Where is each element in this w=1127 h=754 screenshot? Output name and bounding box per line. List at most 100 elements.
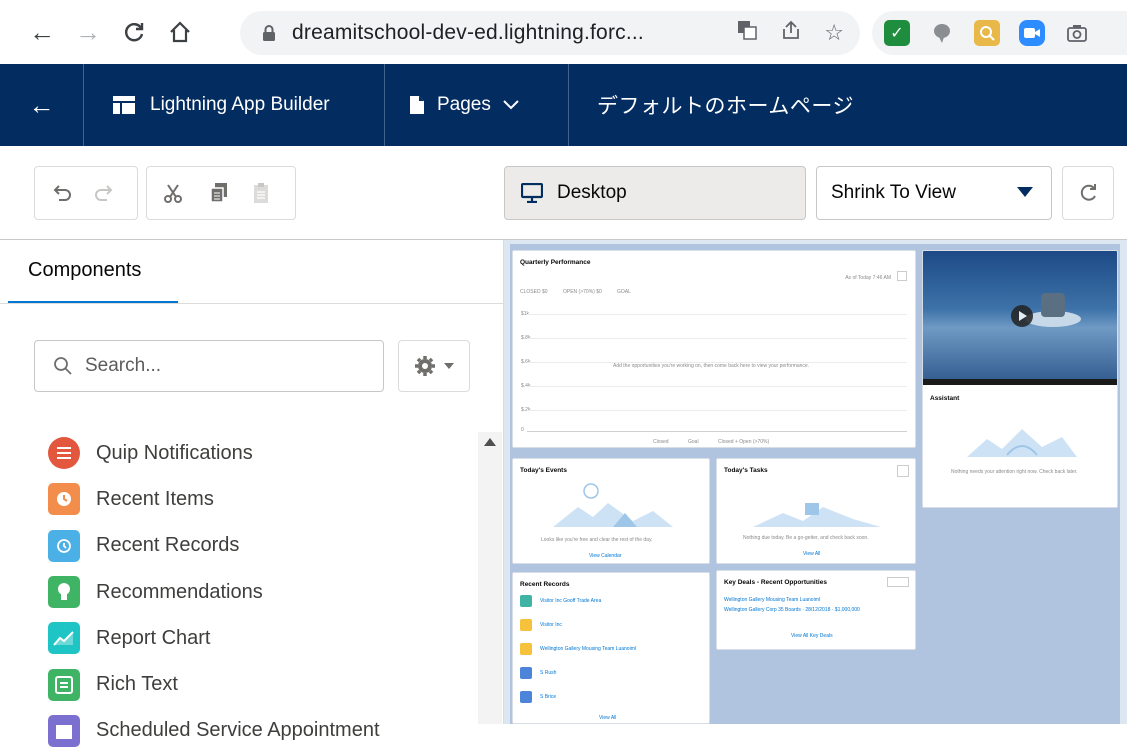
text-icon xyxy=(48,668,80,701)
checkmark-extension-icon[interactable]: ✓ xyxy=(884,20,910,46)
component-item[interactable]: Rich Text xyxy=(48,661,468,707)
view-calendar-link[interactable]: View Calendar xyxy=(589,553,621,559)
view-all-tasks-link[interactable]: View All xyxy=(803,551,820,557)
device-preview-button[interactable]: Desktop xyxy=(504,166,806,220)
recent-record-row[interactable]: S Rush xyxy=(520,667,556,679)
view-all-records-link[interactable]: View All xyxy=(599,715,616,721)
quip-icon xyxy=(48,437,80,470)
task-dropdown-icon[interactable] xyxy=(897,465,909,477)
refresh-button[interactable] xyxy=(1062,166,1114,220)
video-player[interactable] xyxy=(923,251,1117,379)
component-label: Recommendations xyxy=(96,580,263,603)
grid-line xyxy=(527,338,907,339)
component-item[interactable]: Recent Records xyxy=(48,523,468,569)
undo-icon xyxy=(53,185,71,201)
deal-details[interactable]: Wellington Gallery Corp 35 Boards · 28/1… xyxy=(724,607,860,613)
record-link[interactable]: S Brice xyxy=(540,694,556,700)
right-column: Assistant Nothing needs your attention r… xyxy=(922,250,1118,508)
component-label: Rich Text xyxy=(96,673,178,696)
exit-back-button[interactable]: ← xyxy=(0,64,84,146)
recent-record-row[interactable]: Visitor Inc xyxy=(520,619,562,631)
component-item[interactable]: Recommendations xyxy=(48,569,468,615)
address-bar[interactable]: dreamitschool-dev-ed.lightning.forc... ☆ xyxy=(240,11,860,55)
back-arrow-icon[interactable]: ← xyxy=(22,12,62,52)
recent-records-card[interactable]: Recent Records Visitor Inc Gooff Trade A… xyxy=(512,572,710,724)
translate-icon[interactable] xyxy=(736,19,758,47)
record-link[interactable]: Visitor Inc Gooff Trade Area xyxy=(540,598,601,604)
record-link[interactable]: S Rush xyxy=(540,670,556,676)
scroll-up-arrow-icon[interactable] xyxy=(484,438,496,446)
record-icon xyxy=(520,667,532,679)
settings-menu-button[interactable] xyxy=(398,340,470,392)
record-icon xyxy=(520,619,532,631)
pages-label: Pages xyxy=(437,94,491,115)
quarterly-performance-card[interactable]: Quarterly Performance As of Today 7:46 A… xyxy=(512,250,916,448)
view-mode-select[interactable]: Shrink To View xyxy=(816,166,1052,220)
extensions-area: ✓ xyxy=(872,11,1127,55)
tab-divider xyxy=(0,303,504,304)
component-item[interactable]: Scheduled Service Appointment xyxy=(48,708,468,754)
zoom-extension-icon[interactable] xyxy=(1019,20,1045,46)
scissors-icon xyxy=(164,184,182,203)
record-icon xyxy=(520,691,532,703)
view-all-key-deals-link[interactable]: View All Key Deals xyxy=(791,633,833,639)
open-metric: OPEN (>70%) $0 xyxy=(563,289,602,295)
gear-icon xyxy=(415,356,435,376)
home-icon[interactable] xyxy=(160,12,200,52)
recent-record-row[interactable]: S Brice xyxy=(520,691,556,703)
component-item[interactable]: Recent Items xyxy=(48,476,468,522)
reload-icon[interactable] xyxy=(114,12,154,52)
lock-icon xyxy=(258,22,280,44)
refresh-icon[interactable] xyxy=(897,271,907,281)
card-title: Recent Records xyxy=(520,581,570,588)
recent-record-row[interactable]: Visitor Inc Gooff Trade Area xyxy=(520,595,601,607)
caret-down-icon xyxy=(444,363,454,369)
share-icon[interactable] xyxy=(780,19,802,47)
record-link[interactable]: Visitor Inc xyxy=(540,622,562,628)
search-input[interactable] xyxy=(85,355,345,377)
copy-button[interactable] xyxy=(201,173,237,213)
record-link[interactable]: Wellington Gallery Mousing Team Luanoiml xyxy=(540,646,636,652)
component-list: Quip Notifications Recent Items Recent R… xyxy=(48,430,468,754)
pages-menu-button[interactable]: Pages xyxy=(385,64,569,146)
paste-button[interactable] xyxy=(243,173,279,213)
grid-line xyxy=(527,314,907,315)
play-icon[interactable] xyxy=(1011,305,1033,327)
camera-extension-icon[interactable] xyxy=(1064,20,1090,46)
forward-arrow-icon[interactable]: → xyxy=(68,12,108,52)
component-item[interactable]: Quip Notifications xyxy=(48,430,468,476)
redo-button[interactable] xyxy=(85,173,121,213)
deal-link[interactable]: Wellington Gallery Mousing Team Luanoiml xyxy=(724,597,820,603)
search-extension-icon[interactable] xyxy=(974,20,1000,46)
events-empty-message: Looks like you're free and clear the res… xyxy=(541,537,653,543)
todays-events-card[interactable]: Today's Events Looks like you're free an… xyxy=(512,458,710,564)
cut-button[interactable] xyxy=(155,173,191,213)
bookmark-star-icon[interactable]: ☆ xyxy=(824,20,844,46)
copy-icon xyxy=(210,183,227,203)
grid-line xyxy=(527,386,907,387)
todays-tasks-card[interactable]: Today's Tasks Nothing due today. Be a go… xyxy=(716,458,916,564)
as-of-text: As of Today 7:46 AM xyxy=(845,275,891,281)
video-progress[interactable] xyxy=(923,379,1117,385)
url-text: dreamitschool-dev-ed.lightning.forc... xyxy=(292,21,644,44)
page-icon xyxy=(410,96,424,114)
x-axis-line xyxy=(527,431,907,432)
filter-dropdown-icon[interactable] xyxy=(887,577,909,587)
search-icon xyxy=(54,357,72,375)
legend-closed-open: Closed + Open (>70%) xyxy=(718,439,770,445)
browser-toolbar: ← → dreamitschool-dev-ed.lightning.forc.… xyxy=(0,0,1127,64)
redo-icon xyxy=(95,185,113,201)
undo-button[interactable] xyxy=(45,173,81,213)
bubble-extension-icon[interactable] xyxy=(929,20,955,46)
tasks-empty-message: Nothing due today. Be a go-getter, and c… xyxy=(743,535,869,541)
component-list-scrollbar[interactable] xyxy=(478,432,502,724)
component-label: Report Chart xyxy=(96,626,211,649)
component-search xyxy=(34,340,384,392)
component-label: Recent Items xyxy=(96,487,214,510)
tab-components[interactable]: Components xyxy=(8,240,178,304)
key-deals-card[interactable]: Key Deals - Recent Opportunities Welling… xyxy=(716,570,916,650)
page-canvas: Quarterly Performance As of Today 7:46 A… xyxy=(504,240,1127,724)
component-item[interactable]: Report Chart xyxy=(48,615,468,661)
recent-record-row[interactable]: Wellington Gallery Mousing Team Luanoiml xyxy=(520,643,636,655)
device-label: Desktop xyxy=(557,182,627,203)
